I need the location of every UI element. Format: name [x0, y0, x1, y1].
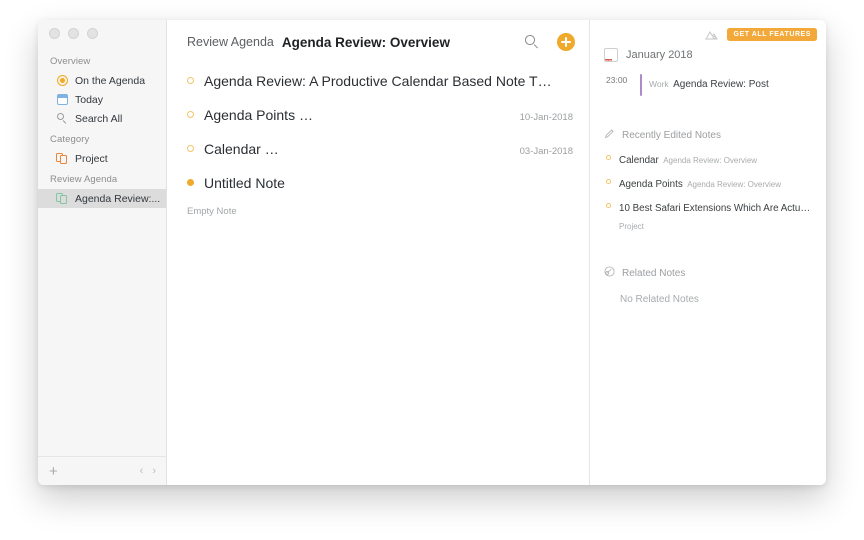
calendar-weekday: SUN	[605, 59, 612, 62]
sidebar-item-agenda-review[interactable]: Agenda Review:...	[38, 189, 166, 208]
sidebar-item-label: Project	[75, 153, 108, 165]
breadcrumb-parent[interactable]: Review Agenda	[187, 35, 274, 49]
note-bullet-icon	[606, 155, 611, 160]
get-all-features-badge[interactable]: GET ALL FEATURES	[727, 28, 817, 41]
forward-button[interactable]: ›	[152, 465, 156, 477]
sidebar-item-search-all[interactable]: Search All	[38, 109, 166, 128]
note-bullet-icon	[187, 179, 194, 186]
note-bullet-icon	[187, 111, 194, 118]
add-note-button[interactable]: +	[49, 464, 58, 479]
note-title: 10 Best Safari Extensions Which Are Actu…	[619, 203, 810, 214]
recently-edited-item[interactable]: Calendar Agenda Review: Overview	[602, 144, 814, 168]
event-text-group: Work Agenda Review: Post	[649, 74, 769, 92]
sidebar-item-project[interactable]: Project	[38, 149, 166, 168]
sidebar-item-label: Search All	[75, 113, 122, 125]
note-preview-text: Empty Note	[187, 200, 573, 217]
recently-edited-texts: Calendar Agenda Review: Overview	[619, 150, 814, 168]
recently-edited-heading: Recently Edited Notes	[602, 126, 814, 144]
left-sidebar: Overview On the Agenda Today Search All …	[38, 20, 167, 485]
recently-edited-item[interactable]: 10 Best Safari Extensions Which Are Actu…	[602, 192, 814, 234]
calendar-event-item[interactable]: 23:00 Work Agenda Review: Post	[602, 62, 814, 96]
stacked-pages-icon	[56, 193, 68, 205]
search-icon[interactable]	[525, 35, 539, 49]
note-list-item[interactable]: Calendar … 03-Jan-2018	[187, 132, 573, 166]
calendar-month-year: January 2018	[626, 49, 693, 61]
app-window: Overview On the Agenda Today Search All …	[38, 20, 826, 485]
note-date: 10-Jan-2018	[520, 112, 573, 123]
pencil-icon	[604, 126, 615, 144]
recently-edited-item[interactable]: Agenda Points Agenda Review: Overview	[602, 168, 814, 192]
calendar-icon	[56, 94, 68, 106]
main-header: Review Agenda Agenda Review: Overview	[167, 20, 589, 64]
search-icon	[56, 113, 68, 125]
right-panel: GET ALL FEATURES SUN 28 January 2018 23:…	[590, 20, 826, 485]
note-title: Calendar	[619, 155, 659, 166]
note-title: Agenda Points	[619, 179, 683, 190]
right-panel-topbar: GET ALL FEATURES	[590, 20, 826, 45]
recently-edited-texts: Agenda Points Agenda Review: Overview	[619, 174, 814, 192]
main-panel: Review Agenda Agenda Review: Overview Ag…	[167, 20, 590, 485]
sidebar-group-label-category: Category	[38, 128, 166, 149]
add-note-button[interactable]	[557, 33, 575, 51]
note-list-item[interactable]: Agenda Points … 10-Jan-2018	[187, 98, 573, 132]
note-bullet-icon	[606, 179, 611, 184]
stacked-pages-icon	[56, 153, 68, 165]
event-title: Agenda Review: Post	[673, 79, 769, 90]
sidebar-item-label: Today	[75, 94, 103, 106]
note-list: Agenda Review: A Productive Calendar Bas…	[167, 64, 589, 485]
note-bullet-icon	[187, 77, 194, 84]
close-button[interactable]	[49, 28, 60, 39]
sidebar-item-on-the-agenda[interactable]: On the Agenda	[38, 71, 166, 90]
calendar-icon: SUN 28	[604, 48, 618, 62]
back-button[interactable]: ‹	[140, 465, 144, 477]
note-list-item[interactable]: Agenda Review: A Productive Calendar Bas…	[187, 64, 573, 98]
note-title: Untitled Note	[204, 175, 563, 191]
minimize-button[interactable]	[68, 28, 79, 39]
note-date: 03-Jan-2018	[520, 146, 573, 157]
note-list-item[interactable]: Untitled Note	[187, 166, 573, 200]
sidebar-footer: + ‹ ›	[38, 456, 166, 485]
note-category: Agenda Review: Overview	[687, 180, 781, 189]
section-label: Related Notes	[622, 268, 685, 279]
link-circle-icon	[604, 264, 615, 282]
desktop-background: Overview On the Agenda Today Search All …	[0, 0, 864, 540]
sidebar-nav: Overview On the Agenda Today Search All …	[38, 46, 166, 456]
note-title: Agenda Review: A Productive Calendar Bas…	[204, 73, 563, 89]
related-notes-heading: Related Notes	[602, 264, 814, 282]
recently-edited-texts: 10 Best Safari Extensions Which Are Actu…	[619, 198, 814, 234]
event-time: 23:00	[606, 74, 633, 85]
sidebar-group-label-overview: Overview	[38, 50, 166, 71]
sidebar-group-label-review-agenda: Review Agenda	[38, 168, 166, 189]
related-notes-empty-text: No Related Notes	[602, 282, 814, 305]
zoom-button[interactable]	[87, 28, 98, 39]
page-title: Agenda Review: Overview	[282, 35, 450, 50]
window-traffic-lights	[38, 20, 166, 46]
sidebar-item-today[interactable]: Today	[38, 90, 166, 109]
note-bullet-icon	[606, 203, 611, 208]
note-title: Calendar …	[204, 141, 510, 157]
event-color-bar	[640, 74, 642, 96]
note-title: Agenda Points …	[204, 107, 510, 123]
mountain-icon[interactable]	[705, 29, 718, 40]
event-calendar-name: Work	[649, 79, 669, 89]
sidebar-item-label: Agenda Review:...	[75, 193, 160, 205]
section-label: Recently Edited Notes	[622, 130, 721, 141]
sidebar-item-label: On the Agenda	[75, 75, 145, 87]
note-category: Project	[619, 222, 644, 231]
note-category: Agenda Review: Overview	[663, 156, 757, 165]
note-bullet-icon	[187, 145, 194, 152]
right-panel-body: SUN 28 January 2018 23:00 Work Agenda Re…	[590, 45, 826, 485]
calendar-date-header: SUN 28 January 2018	[602, 45, 814, 62]
sidebar-nav-arrows: ‹ ›	[140, 465, 156, 477]
agenda-dot-icon	[56, 75, 68, 87]
